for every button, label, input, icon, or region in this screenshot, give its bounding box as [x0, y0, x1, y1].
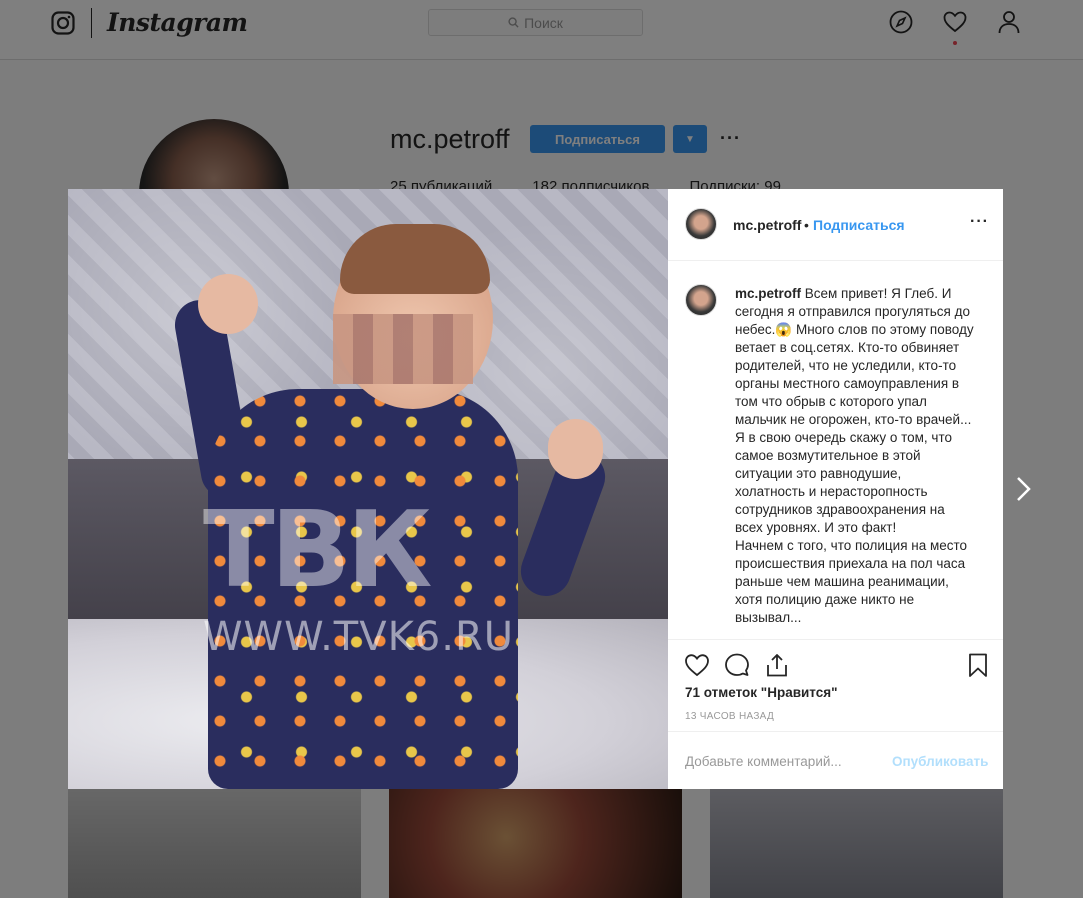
like-heart-icon[interactable] [684, 652, 710, 678]
comment-form: Добавьте комментарий... Опубликовать [668, 731, 1003, 789]
post-side-panel: mc.petroff • Подписаться ··· mc.petroff … [668, 189, 1003, 789]
post-image[interactable]: ТВК WWW.TVK6.RU [68, 189, 668, 789]
post-actions-bar [668, 639, 1003, 677]
caption-author-avatar[interactable] [685, 284, 717, 316]
comment-input[interactable]: Добавьте комментарий... [685, 754, 842, 769]
photo-hand [548, 419, 603, 479]
post-header: mc.petroff • Подписаться ··· [668, 189, 1003, 261]
comment-bubble-icon[interactable] [724, 652, 750, 678]
post-caption: mc.petroff Всем привет! Я Глеб. И сегодн… [735, 285, 975, 637]
post-timestamp[interactable]: 13 ЧАСОВ НАЗАД [685, 711, 774, 722]
photo-child-hair [340, 224, 490, 294]
post-more-options-button[interactable]: ··· [970, 213, 989, 231]
author-avatar[interactable] [685, 208, 717, 240]
likes-count[interactable]: 71 отметок "Нравится" [685, 685, 838, 700]
bookmark-save-icon[interactable] [965, 652, 991, 678]
header-separator: • [804, 217, 809, 233]
caption-text: Всем привет! Я Глеб. И сегодня я отправи… [735, 286, 974, 625]
photo-hand [198, 274, 258, 334]
watermark-site: WWW.TVK6.RU [203, 614, 515, 660]
publish-comment-button[interactable]: Опубликовать [892, 754, 988, 769]
photo-face-blur [333, 314, 473, 384]
author-username-link[interactable]: mc.petroff [733, 217, 801, 233]
caption-username-link[interactable]: mc.petroff [735, 286, 801, 301]
share-upload-icon[interactable] [764, 652, 790, 678]
header-follow-link[interactable]: Подписаться [813, 217, 905, 233]
next-post-chevron-right-icon[interactable] [1012, 474, 1036, 504]
watermark-logo: ТВК [203, 489, 432, 611]
